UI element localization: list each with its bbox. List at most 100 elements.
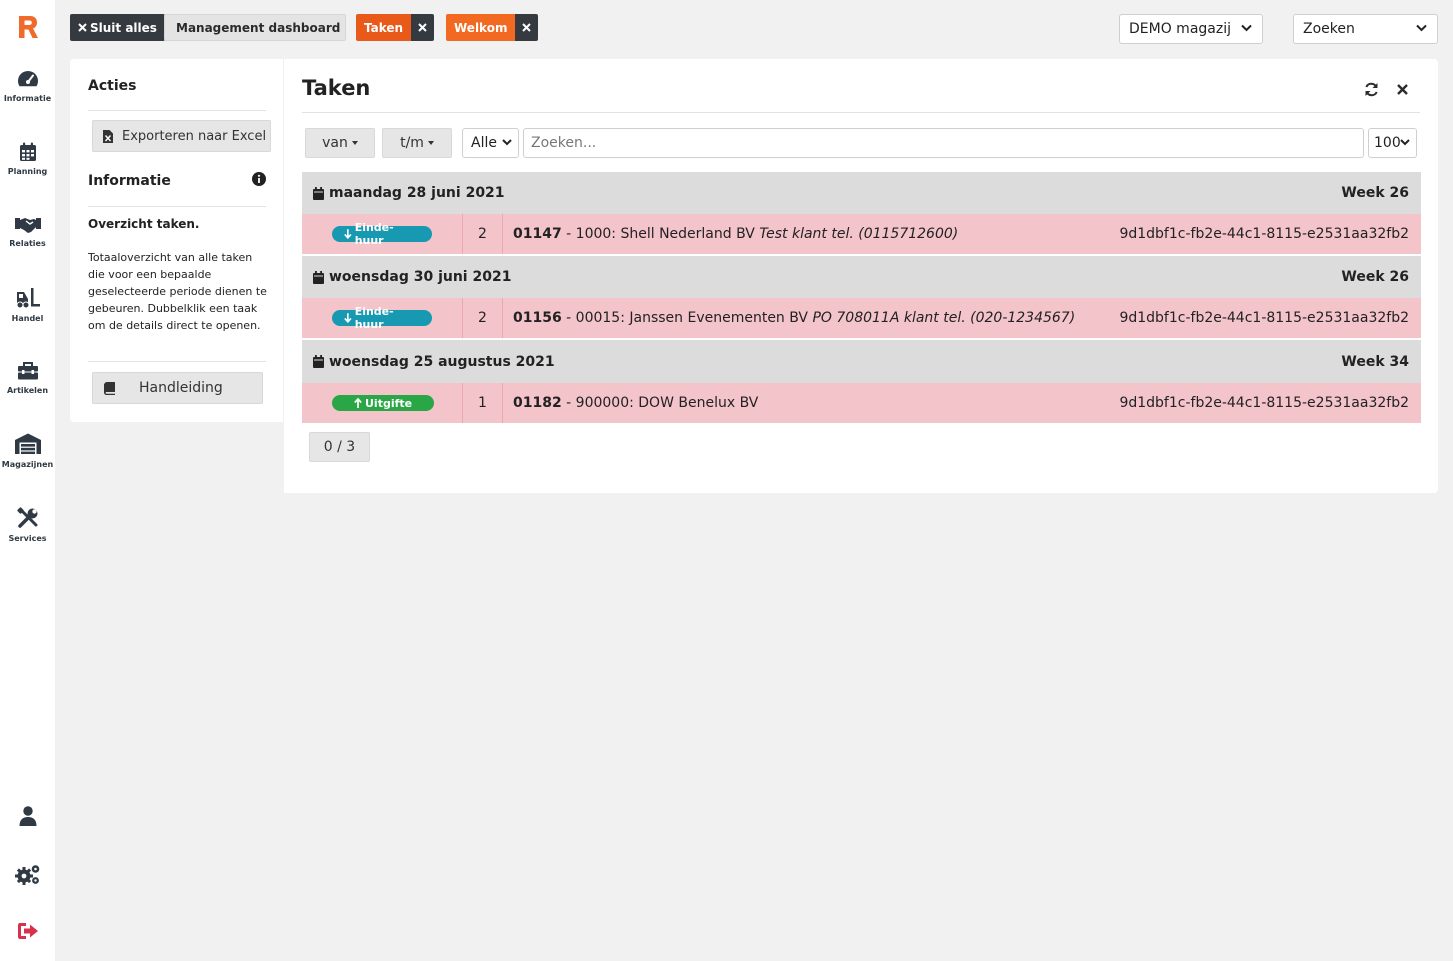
task-note: PO 708011A klant tel. (020-1234567) bbox=[812, 310, 1076, 326]
arrow-down-icon bbox=[344, 313, 352, 323]
tab-taken: Taken bbox=[356, 14, 435, 41]
page-size-select[interactable]: 100 bbox=[1368, 128, 1417, 158]
task-number: 01156 bbox=[513, 310, 562, 326]
handshake-icon bbox=[14, 218, 41, 233]
task-description: 01156 - 00015: Janssen Evenementen BV PO… bbox=[513, 298, 1075, 338]
close-icon bbox=[418, 23, 427, 32]
sidebar-item-label: Relaties bbox=[9, 239, 46, 248]
sidebar-item-magazijnen[interactable]: Magazijnen bbox=[0, 433, 55, 469]
close-icon bbox=[522, 23, 532, 32]
sidebar-item-relaties[interactable]: Relaties bbox=[0, 216, 55, 248]
user-profile-button[interactable] bbox=[0, 806, 55, 826]
task-qty: 2 bbox=[478, 226, 487, 242]
chevron-down-icon bbox=[1241, 24, 1252, 32]
task-search-input[interactable] bbox=[523, 128, 1364, 158]
warehouse-select[interactable]: DEMO magazij bbox=[1119, 14, 1263, 44]
divider bbox=[88, 361, 266, 362]
task-note: Test klant tel. (0115712600) bbox=[759, 226, 959, 242]
task-type-select[interactable]: Alle bbox=[462, 128, 519, 158]
manual-button[interactable]: Handleiding bbox=[92, 372, 263, 404]
table-row[interactable]: Einde-huur 2 01147 - 1000: Shell Nederla… bbox=[302, 214, 1421, 254]
task-number: 01182 bbox=[513, 395, 562, 411]
sidebar-item-label: Handel bbox=[11, 314, 44, 323]
gauge-icon bbox=[17, 71, 38, 87]
tab-welkom: Welkom bbox=[446, 14, 539, 41]
sidebar-item-services[interactable]: Services bbox=[0, 507, 55, 543]
tasks-panel: Taken van t/m Alle 100 maandag 28 juni 2 bbox=[284, 59, 1438, 493]
tab-taken-label[interactable]: Taken bbox=[356, 14, 412, 41]
sidebar-item-planning[interactable]: Planning bbox=[0, 142, 55, 176]
sidebar-item-label: Services bbox=[8, 534, 47, 543]
sidebar-item-informatie[interactable]: Informatie bbox=[0, 69, 55, 103]
global-search-select[interactable]: Zoeken bbox=[1293, 14, 1438, 44]
table-row[interactable]: Uitgifte 1 01182 - 900000: DOW Benelux B… bbox=[302, 383, 1421, 423]
date-to-label: t/m bbox=[400, 135, 424, 151]
caret-down-icon bbox=[427, 141, 434, 145]
cell-divider bbox=[502, 214, 503, 254]
export-excel-label: Exporteren naar Excel bbox=[122, 128, 267, 144]
tab-welkom-label[interactable]: Welkom bbox=[446, 14, 516, 41]
settings-icon bbox=[14, 865, 39, 885]
divider bbox=[88, 206, 266, 207]
book-icon bbox=[104, 381, 115, 395]
task-number: 01147 bbox=[513, 226, 562, 242]
warehouse-select-value: DEMO magazij bbox=[1129, 21, 1231, 37]
close-all-button[interactable]: Sluit alles bbox=[70, 14, 165, 41]
sidebar-item-handel[interactable]: Handel bbox=[0, 287, 55, 323]
close-icon[interactable] bbox=[1397, 84, 1408, 95]
logout-button[interactable] bbox=[0, 922, 55, 940]
tab-welkom-close-button[interactable] bbox=[515, 14, 539, 41]
close-icon bbox=[78, 23, 87, 32]
task-type-cell: Einde-huur bbox=[332, 214, 432, 254]
export-excel-button[interactable]: Exporteren naar Excel bbox=[92, 120, 271, 152]
status-badge-label: Uitgifte bbox=[365, 396, 413, 410]
page-size-value: 100 bbox=[1374, 135, 1401, 151]
status-badge: Uitgifte bbox=[332, 395, 435, 411]
cell-divider bbox=[502, 298, 503, 338]
sidebar-item-label: Informatie bbox=[3, 94, 52, 103]
arrow-down-icon bbox=[344, 229, 352, 239]
task-uuid: 9d1dbf1c-fb2e-44c1-8115-e2531aa32fb2 bbox=[1119, 395, 1409, 411]
refresh-icon[interactable] bbox=[1364, 82, 1379, 97]
date-from-dropdown[interactable]: van bbox=[305, 128, 375, 158]
task-customer: - 00015: Janssen Evenementen BV bbox=[561, 310, 813, 326]
task-customer: - 1000: Shell Nederland BV bbox=[561, 226, 760, 242]
divider bbox=[88, 110, 266, 111]
divider bbox=[302, 112, 1420, 113]
toolbox-icon bbox=[17, 362, 38, 380]
warehouse-icon bbox=[14, 433, 41, 454]
task-qty: 1 bbox=[478, 395, 487, 411]
date-from-label: van bbox=[322, 135, 348, 151]
info-text: Totaaloverzicht van alle taken die voor … bbox=[88, 251, 267, 332]
status-badge: Einde-huur bbox=[332, 221, 432, 247]
forklift-icon bbox=[16, 288, 40, 309]
task-type-value: Alle bbox=[471, 135, 497, 151]
task-description: 01147 - 1000: Shell Nederland BV Test kl… bbox=[513, 214, 958, 254]
date-to-dropdown[interactable]: t/m bbox=[382, 128, 452, 158]
arrow-up-icon bbox=[354, 398, 362, 408]
sidebar-item-label: Artikelen bbox=[6, 386, 49, 395]
chevron-down-icon bbox=[1400, 139, 1410, 146]
sidebar: Informatie Planning Relaties Handel Arti… bbox=[0, 0, 55, 961]
actions-heading: Acties bbox=[88, 78, 137, 94]
pagination-button[interactable]: 0 / 3 bbox=[309, 432, 370, 462]
tab-taken-close-button[interactable] bbox=[411, 14, 435, 41]
management-dashboard-button[interactable]: Management dashboard bbox=[164, 14, 346, 41]
day-header-row: woensdag 25 augustus 2021 Week 34 bbox=[302, 340, 1421, 383]
info-icon[interactable] bbox=[252, 172, 266, 186]
week-number: Week 26 bbox=[1341, 269, 1409, 285]
status-badge: Einde-huur bbox=[332, 305, 432, 331]
app-logo[interactable] bbox=[16, 14, 40, 40]
excel-file-icon bbox=[103, 129, 113, 143]
day-date: woensdag 25 augustus 2021 bbox=[329, 353, 555, 370]
day-date: maandag 28 juni 2021 bbox=[329, 185, 505, 201]
settings-button[interactable] bbox=[0, 864, 55, 886]
sidebar-item-artikelen[interactable]: Artikelen bbox=[0, 361, 55, 395]
info-title: Overzicht taken. bbox=[88, 217, 200, 231]
page-title: Taken bbox=[302, 76, 371, 100]
caret-down-icon bbox=[351, 141, 358, 145]
chevron-down-icon bbox=[502, 139, 512, 146]
sidebar-item-label: Magazijnen bbox=[1, 460, 54, 469]
table-row[interactable]: Einde-huur 2 01156 - 00015: Janssen Even… bbox=[302, 298, 1421, 338]
management-dashboard-label: Management dashboard bbox=[176, 20, 341, 35]
